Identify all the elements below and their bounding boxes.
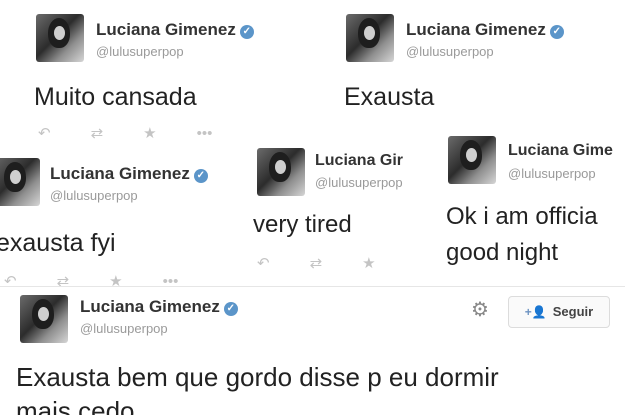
tweet-text-line-1: Exausta bem que gordo disse p eu dormir (16, 362, 499, 392)
tweet-card-5: Luciana Gime @lulusuperpop Ok i am offic… (432, 130, 625, 285)
display-name[interactable]: Luciana Gimenez ✓ (80, 297, 238, 317)
display-name-text: Luciana Gir (315, 152, 404, 169)
tweet-text: Muito cansada (34, 83, 197, 111)
star-icon[interactable]: ★ (143, 124, 156, 142)
username[interactable]: @lulusuperpop (96, 44, 184, 59)
username[interactable]: @lulusuperpop (80, 321, 168, 336)
tweet-actions: ↶ ⇄ ★ ••• (38, 124, 252, 143)
avatar[interactable] (257, 148, 305, 196)
more-icon[interactable]: ••• (197, 125, 213, 142)
tweet-text-line-2: good night (446, 239, 559, 266)
display-name[interactable]: Luciana Gimenez ✓ (96, 20, 254, 40)
follow-plus-icon: +👤 (524, 305, 547, 319)
tweet-text-line-2: mais cedo (16, 396, 135, 415)
username[interactable]: @lulusuperpop (508, 166, 596, 181)
tweet-text-line-1: Ok i am officia (446, 203, 598, 230)
display-name[interactable]: Luciana Gir (315, 152, 403, 170)
display-name-text: Luciana Gimenez (50, 164, 190, 183)
display-name-text: Luciana Gimenez (96, 20, 236, 39)
avatar[interactable] (346, 14, 394, 62)
display-name-text: Luciana Gime (508, 142, 613, 159)
follow-button-label: Seguir (552, 304, 594, 319)
display-name[interactable]: Luciana Gime (508, 142, 613, 160)
tweet-card-3: Luciana Gimenez ✓ @lulusuperpop exausta f… (0, 148, 245, 293)
display-name[interactable]: Luciana Gimenez ✓ (50, 164, 208, 184)
gear-icon[interactable]: ⚙ (471, 297, 489, 322)
tweet-card-1: Luciana Gimenez ✓ @lulusuperpop Muito can… (0, 0, 300, 150)
star-icon[interactable]: ★ (362, 254, 375, 272)
avatar[interactable] (20, 295, 68, 343)
retweet-icon[interactable]: ⇄ (310, 254, 323, 272)
avatar[interactable] (36, 14, 84, 62)
tweet-text: Exausta (344, 83, 435, 111)
display-name-text: Luciana Gimenez (80, 297, 220, 316)
verified-badge-icon: ✓ (223, 302, 238, 316)
tweet-text: exausta fyi (0, 229, 116, 257)
avatar[interactable] (0, 158, 40, 206)
reply-icon[interactable]: ↶ (38, 124, 51, 142)
retweet-icon[interactable]: ⇄ (91, 124, 104, 142)
tweet-card-2: Luciana Gimenez ✓ @lulusuperpop Exausta (300, 0, 625, 140)
verified-badge-icon: ✓ (193, 169, 208, 183)
username[interactable]: @lulusuperpop (406, 44, 494, 59)
verified-badge-icon: ✓ (549, 25, 564, 39)
follow-button[interactable]: +👤 Seguir (508, 296, 610, 328)
display-name-text: Luciana Gimenez (406, 20, 546, 39)
tweet-text: very tired (253, 211, 352, 238)
reply-icon[interactable]: ↶ (257, 254, 270, 272)
username[interactable]: @lulusuperpop (50, 188, 138, 203)
display-name[interactable]: Luciana Gimenez ✓ (406, 20, 564, 40)
tweet-actions: ↶ ⇄ ★ (257, 254, 416, 273)
verified-badge-icon: ✓ (239, 25, 254, 39)
username[interactable]: @lulusuperpop (315, 175, 403, 190)
avatar[interactable] (448, 136, 496, 184)
tweet-card-4: Luciana Gir @lulusuperpop very tired ↶ ⇄ ★ (245, 140, 425, 285)
